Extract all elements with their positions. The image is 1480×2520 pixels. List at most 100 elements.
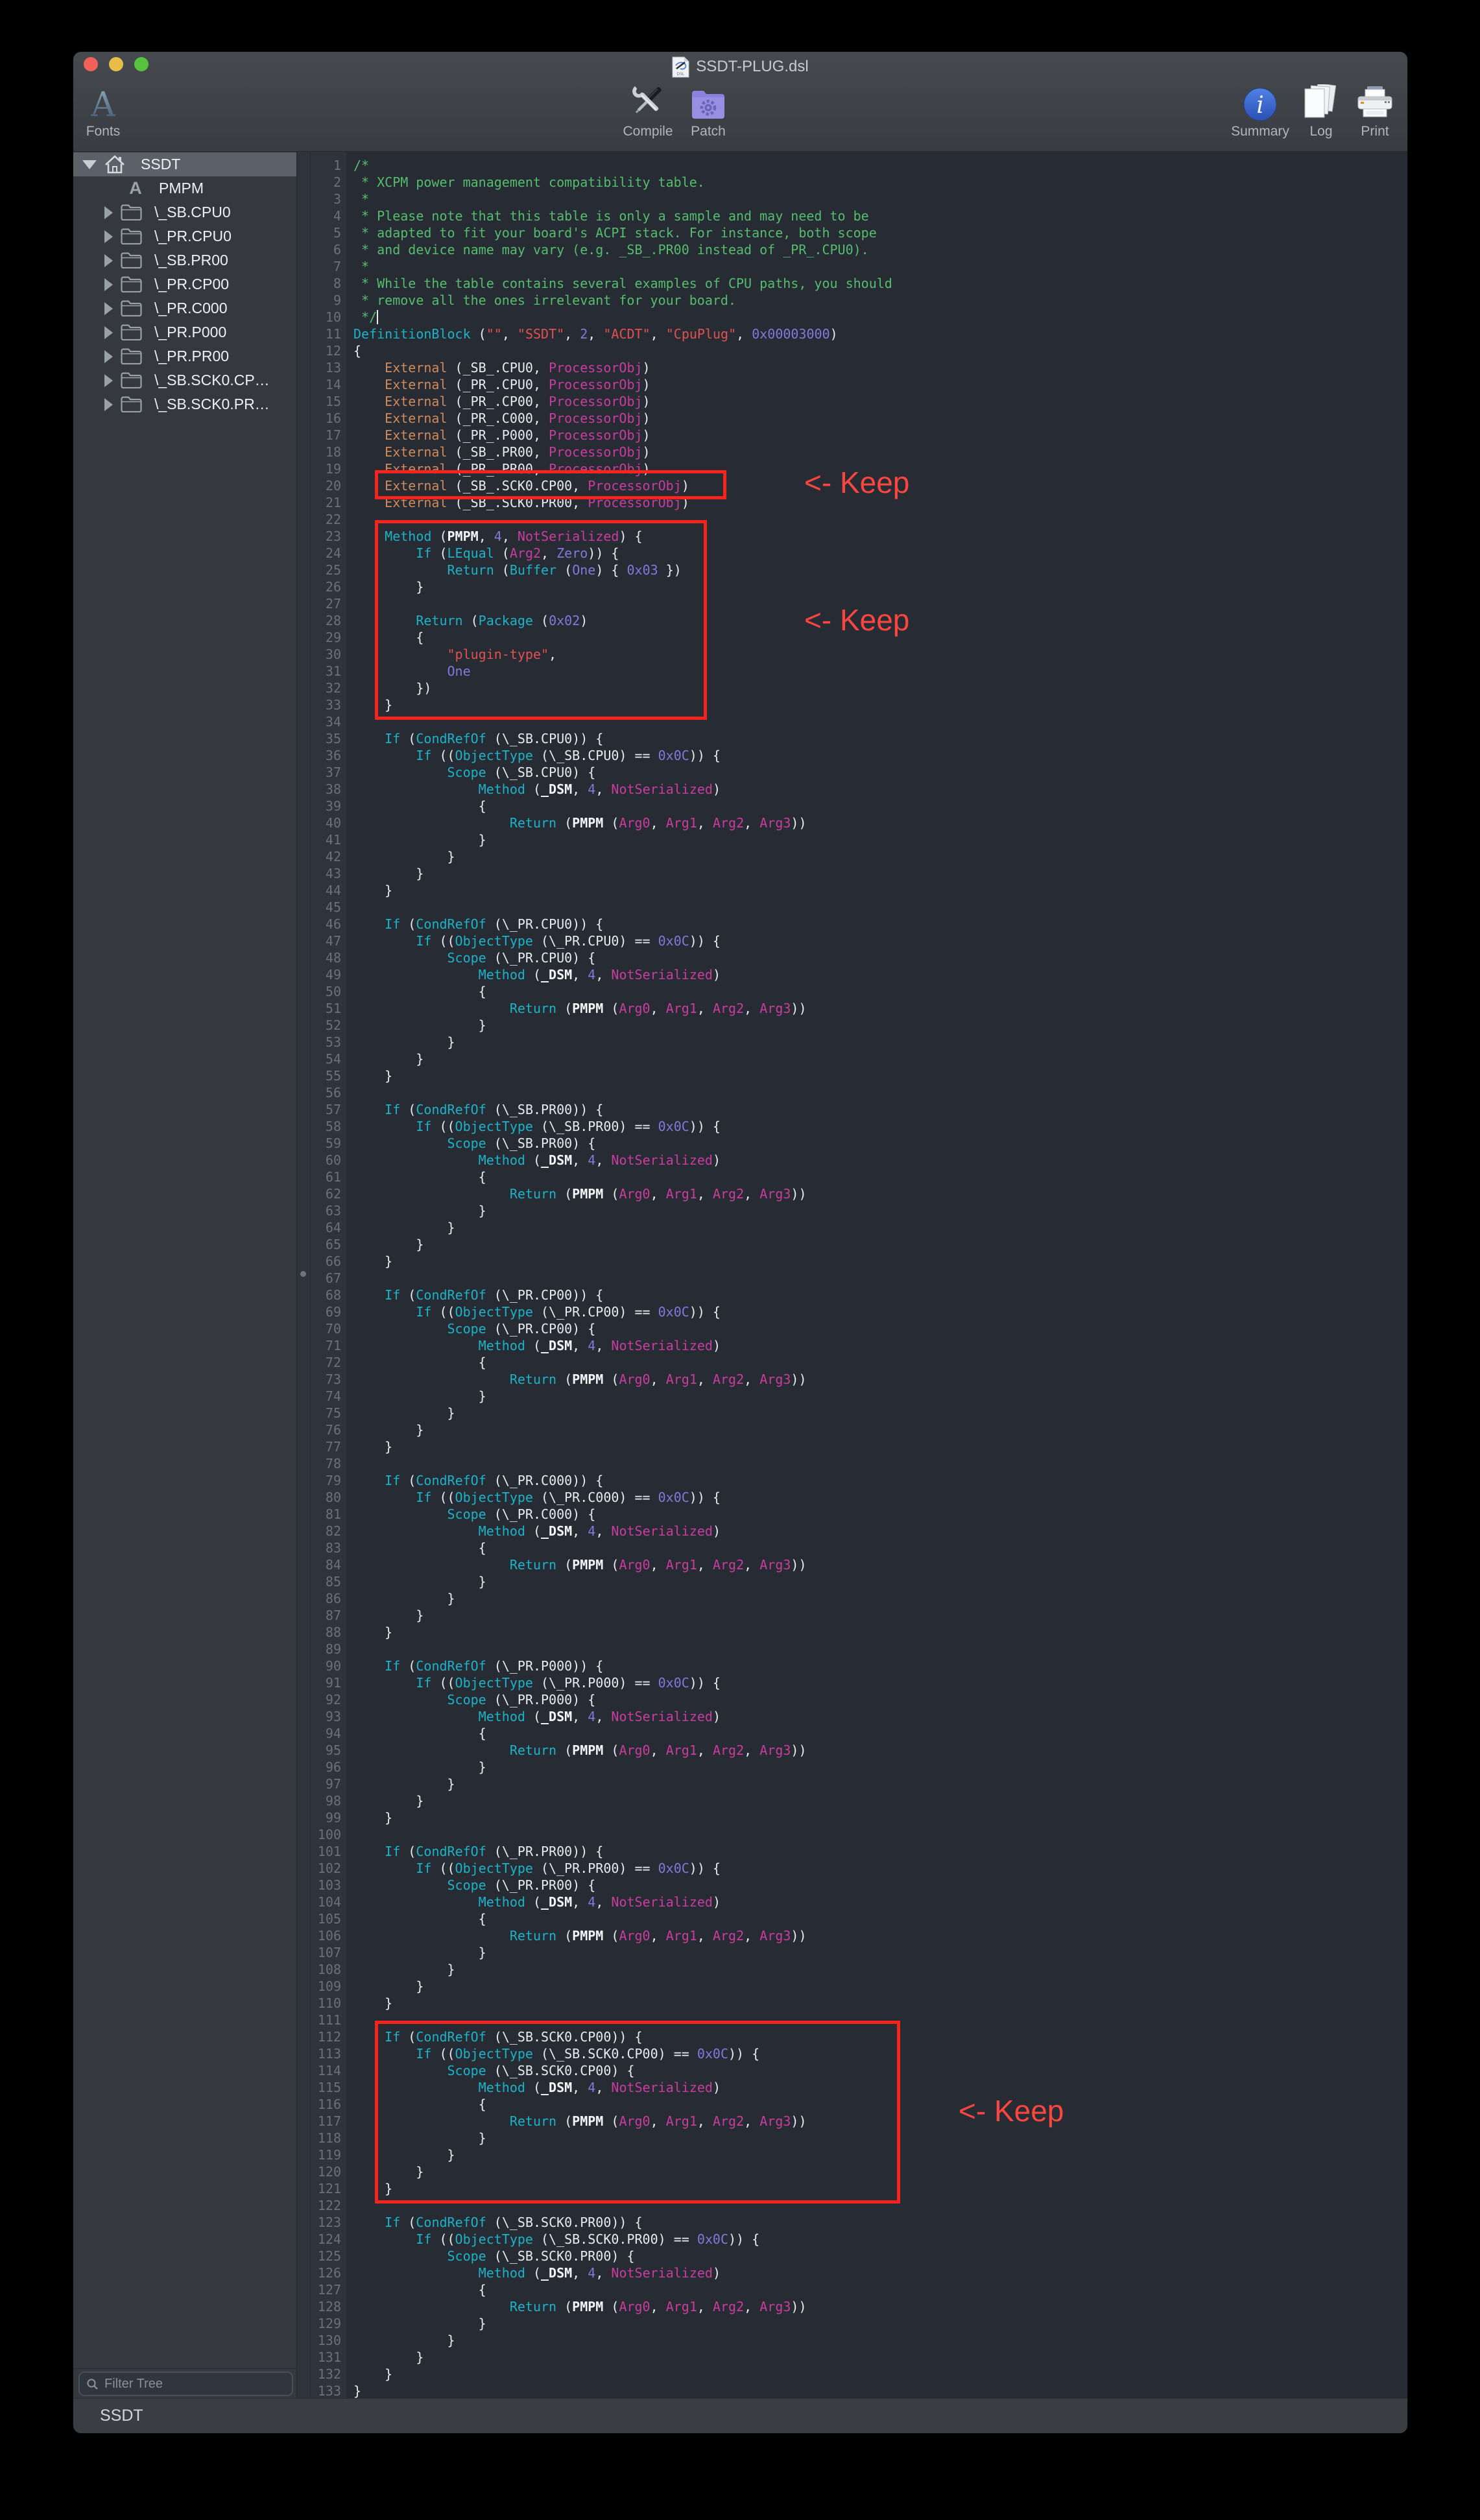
code-line-114[interactable]: Scope (\_SB.SCK0.CP00) { [346, 2062, 1407, 2079]
code-line-13[interactable]: External (_SB_.CPU0, ProcessorObj) [346, 359, 1407, 376]
code-line-36[interactable]: If ((ObjectType (\_SB.CPU0) == 0x0C)) { [346, 747, 1407, 764]
code-line-121[interactable]: } [346, 2180, 1407, 2197]
code-line-29[interactable]: { [346, 629, 1407, 646]
code-line-52[interactable]: } [346, 1017, 1407, 1034]
code-line-106[interactable]: Return (PMPM (Arg0, Arg1, Arg2, Arg3)) [346, 1927, 1407, 1944]
toolbar-button-fonts[interactable]: A Fonts [73, 79, 152, 139]
code-line-41[interactable]: } [346, 831, 1407, 848]
code-line-54[interactable]: } [346, 1051, 1407, 1067]
code-line-57[interactable]: If (CondRefOf (\_SB.PR00)) { [346, 1101, 1407, 1118]
sidebar-item-prcpu0[interactable]: \_PR.CPU0 [73, 224, 296, 248]
sidebar-item-ssdt[interactable]: SSDT [73, 152, 296, 176]
code-line-87[interactable]: } [346, 1607, 1407, 1624]
code-line-53[interactable]: } [346, 1034, 1407, 1051]
code-line-113[interactable]: If ((ObjectType (\_SB.SCK0.CP00) == 0x0C… [346, 2045, 1407, 2062]
code-line-80[interactable]: If ((ObjectType (\_PR.C000) == 0x0C)) { [346, 1489, 1407, 1506]
sidebar-item-sbsck0cp[interactable]: \_SB.SCK0.CP… [73, 368, 296, 392]
code-line-133[interactable]: } [346, 2383, 1407, 2399]
code-line-112[interactable]: If (CondRefOf (\_SB.SCK0.CP00)) { [346, 2028, 1407, 2045]
code-line-67[interactable] [346, 1270, 1407, 1287]
code-line-3[interactable]: * [346, 191, 1407, 208]
code-line-32[interactable]: }) [346, 680, 1407, 696]
disclosure-right-icon[interactable] [104, 374, 113, 387]
disclosure-right-icon[interactable] [104, 206, 113, 219]
code-line-89[interactable] [346, 1641, 1407, 1658]
code-line-60[interactable]: Method (_DSM, 4, NotSerialized) [346, 1152, 1407, 1169]
code-line-35[interactable]: If (CondRefOf (\_SB.CPU0)) { [346, 730, 1407, 747]
code-line-94[interactable]: { [346, 1725, 1407, 1742]
code-line-117[interactable]: Return (PMPM (Arg0, Arg1, Arg2, Arg3)) [346, 2113, 1407, 2130]
code-line-100[interactable] [346, 1826, 1407, 1843]
code-line-108[interactable]: } [346, 1961, 1407, 1978]
code-line-5[interactable]: * adapted to fit your board's ACPI stack… [346, 224, 1407, 241]
code-line-73[interactable]: Return (PMPM (Arg0, Arg1, Arg2, Arg3)) [346, 1371, 1407, 1388]
code-line-64[interactable]: } [346, 1219, 1407, 1236]
code-line-65[interactable]: } [346, 1236, 1407, 1253]
code-line-95[interactable]: Return (PMPM (Arg0, Arg1, Arg2, Arg3)) [346, 1742, 1407, 1759]
code-line-10[interactable]: */ [346, 309, 1407, 326]
filter-tree-input[interactable]: Filter Tree [78, 2371, 293, 2396]
code-line-119[interactable]: } [346, 2146, 1407, 2163]
code-line-110[interactable]: } [346, 1995, 1407, 2012]
code-line-31[interactable]: One [346, 663, 1407, 680]
code-line-124[interactable]: If ((ObjectType (\_SB.SCK0.PR00) == 0x0C… [346, 2231, 1407, 2248]
code-line-78[interactable] [346, 1455, 1407, 1472]
sidebar-item-prc000[interactable]: \_PR.C000 [73, 296, 296, 320]
disclosure-right-icon[interactable] [104, 230, 113, 243]
code-line-90[interactable]: If (CondRefOf (\_PR.P000)) { [346, 1658, 1407, 1674]
code-line-44[interactable]: } [346, 882, 1407, 899]
code-line-42[interactable]: } [346, 848, 1407, 865]
sidebar-item-sbcpu0[interactable]: \_SB.CPU0 [73, 200, 296, 224]
toolbar-button-print[interactable]: Print [1326, 79, 1407, 139]
sidebar-item-sbsck0pr[interactable]: \_SB.SCK0.PR… [73, 392, 296, 416]
code-line-6[interactable]: * and device name may vary (e.g. _SB_.PR… [346, 241, 1407, 258]
code-line-38[interactable]: Method (_DSM, 4, NotSerialized) [346, 781, 1407, 798]
code-line-33[interactable]: } [346, 696, 1407, 713]
code-line-27[interactable] [346, 595, 1407, 612]
code-line-72[interactable]: { [346, 1354, 1407, 1371]
code-line-92[interactable]: Scope (\_PR.P000) { [346, 1691, 1407, 1708]
code-line-4[interactable]: * Please note that this table is only a … [346, 208, 1407, 224]
code-line-25[interactable]: Return (Buffer (One) { 0x03 }) [346, 562, 1407, 578]
code-line-96[interactable]: } [346, 1759, 1407, 1776]
code-line-79[interactable]: If (CondRefOf (\_PR.C000)) { [346, 1472, 1407, 1489]
code-line-107[interactable]: } [346, 1944, 1407, 1961]
code-line-40[interactable]: Return (PMPM (Arg0, Arg1, Arg2, Arg3)) [346, 814, 1407, 831]
code-line-120[interactable]: } [346, 2163, 1407, 2180]
sidebar-item-prpr00[interactable]: \_PR.PR00 [73, 344, 296, 368]
code-line-23[interactable]: Method (PMPM, 4, NotSerialized) { [346, 528, 1407, 545]
code-line-93[interactable]: Method (_DSM, 4, NotSerialized) [346, 1708, 1407, 1725]
toolbar-button-patch[interactable]: Patch [660, 79, 757, 139]
code-line-127[interactable]: { [346, 2281, 1407, 2298]
code-line-101[interactable]: If (CondRefOf (\_PR.PR00)) { [346, 1843, 1407, 1860]
code-line-128[interactable]: Return (PMPM (Arg0, Arg1, Arg2, Arg3)) [346, 2298, 1407, 2315]
code-line-125[interactable]: Scope (\_SB.SCK0.PR00) { [346, 2248, 1407, 2264]
sidebar-item-sbpr00[interactable]: \_SB.PR00 [73, 248, 296, 272]
code-line-14[interactable]: External (_PR_.CPU0, ProcessorObj) [346, 376, 1407, 393]
code-line-34[interactable] [346, 713, 1407, 730]
code-line-83[interactable]: { [346, 1539, 1407, 1556]
sidebar-item-pmpm[interactable]: APMPM [73, 176, 296, 200]
code-line-126[interactable]: Method (_DSM, 4, NotSerialized) [346, 2264, 1407, 2281]
code-line-47[interactable]: If ((ObjectType (\_PR.CPU0) == 0x0C)) { [346, 933, 1407, 949]
code-line-20[interactable]: External (_SB_.SCK0.CP00, ProcessorObj) [346, 477, 1407, 494]
code-line-116[interactable]: { [346, 2096, 1407, 2113]
code-line-48[interactable]: Scope (\_PR.CPU0) { [346, 949, 1407, 966]
disclosure-right-icon[interactable] [104, 398, 113, 411]
code-line-39[interactable]: { [346, 798, 1407, 814]
code-line-82[interactable]: Method (_DSM, 4, NotSerialized) [346, 1523, 1407, 1539]
code-line-61[interactable]: { [346, 1169, 1407, 1185]
code-line-16[interactable]: External (_PR_.C000, ProcessorObj) [346, 410, 1407, 427]
code-line-43[interactable]: } [346, 865, 1407, 882]
code-line-15[interactable]: External (_PR_.CP00, ProcessorObj) [346, 393, 1407, 410]
code-line-50[interactable]: { [346, 983, 1407, 1000]
code-line-111[interactable] [346, 2012, 1407, 2028]
code-line-18[interactable]: External (_SB_.PR00, ProcessorObj) [346, 444, 1407, 460]
code-line-1[interactable]: /* [346, 157, 1407, 174]
code-line-103[interactable]: Scope (\_PR.PR00) { [346, 1877, 1407, 1894]
code-line-131[interactable]: } [346, 2349, 1407, 2366]
code-line-17[interactable]: External (_PR_.P000, ProcessorObj) [346, 427, 1407, 444]
code-line-37[interactable]: Scope (\_SB.CPU0) { [346, 764, 1407, 781]
code-line-21[interactable]: External (_SB_.SCK0.PR00, ProcessorObj) [346, 494, 1407, 511]
code-line-22[interactable] [346, 511, 1407, 528]
